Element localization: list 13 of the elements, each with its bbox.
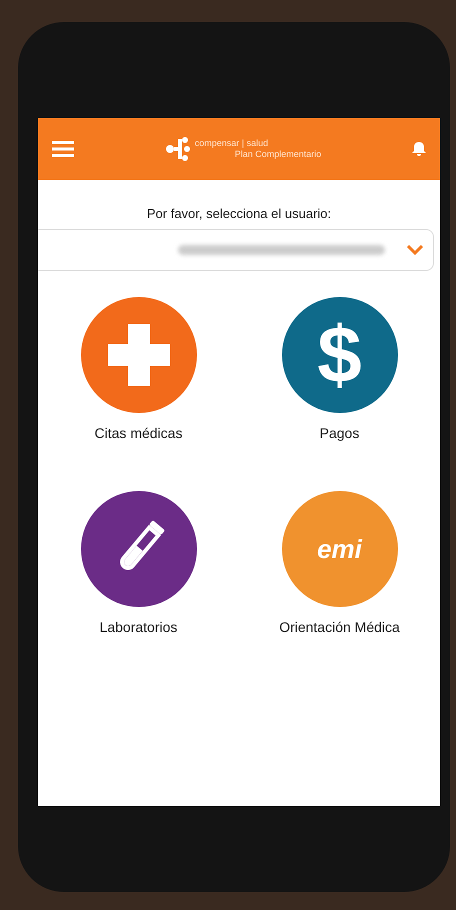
tile-label: Citas médicas xyxy=(94,425,182,441)
logo-icon xyxy=(164,136,191,162)
chevron-down-icon xyxy=(407,245,423,255)
tile-label: Pagos xyxy=(320,425,360,441)
menu-icon[interactable] xyxy=(52,141,74,157)
bell-icon[interactable] xyxy=(412,141,426,157)
brand-subtitle: Plan Complementario xyxy=(234,149,322,160)
user-select[interactable] xyxy=(38,229,434,271)
prompt-text: Por favor, selecciona el usuario: xyxy=(146,206,332,221)
brand-name: compensar | salud xyxy=(194,138,270,149)
dollar-tile-icon[interactable]: $ xyxy=(282,297,398,413)
tile-label: Orientación Médica xyxy=(279,619,400,635)
tile-label: Laboratorios xyxy=(100,619,178,635)
